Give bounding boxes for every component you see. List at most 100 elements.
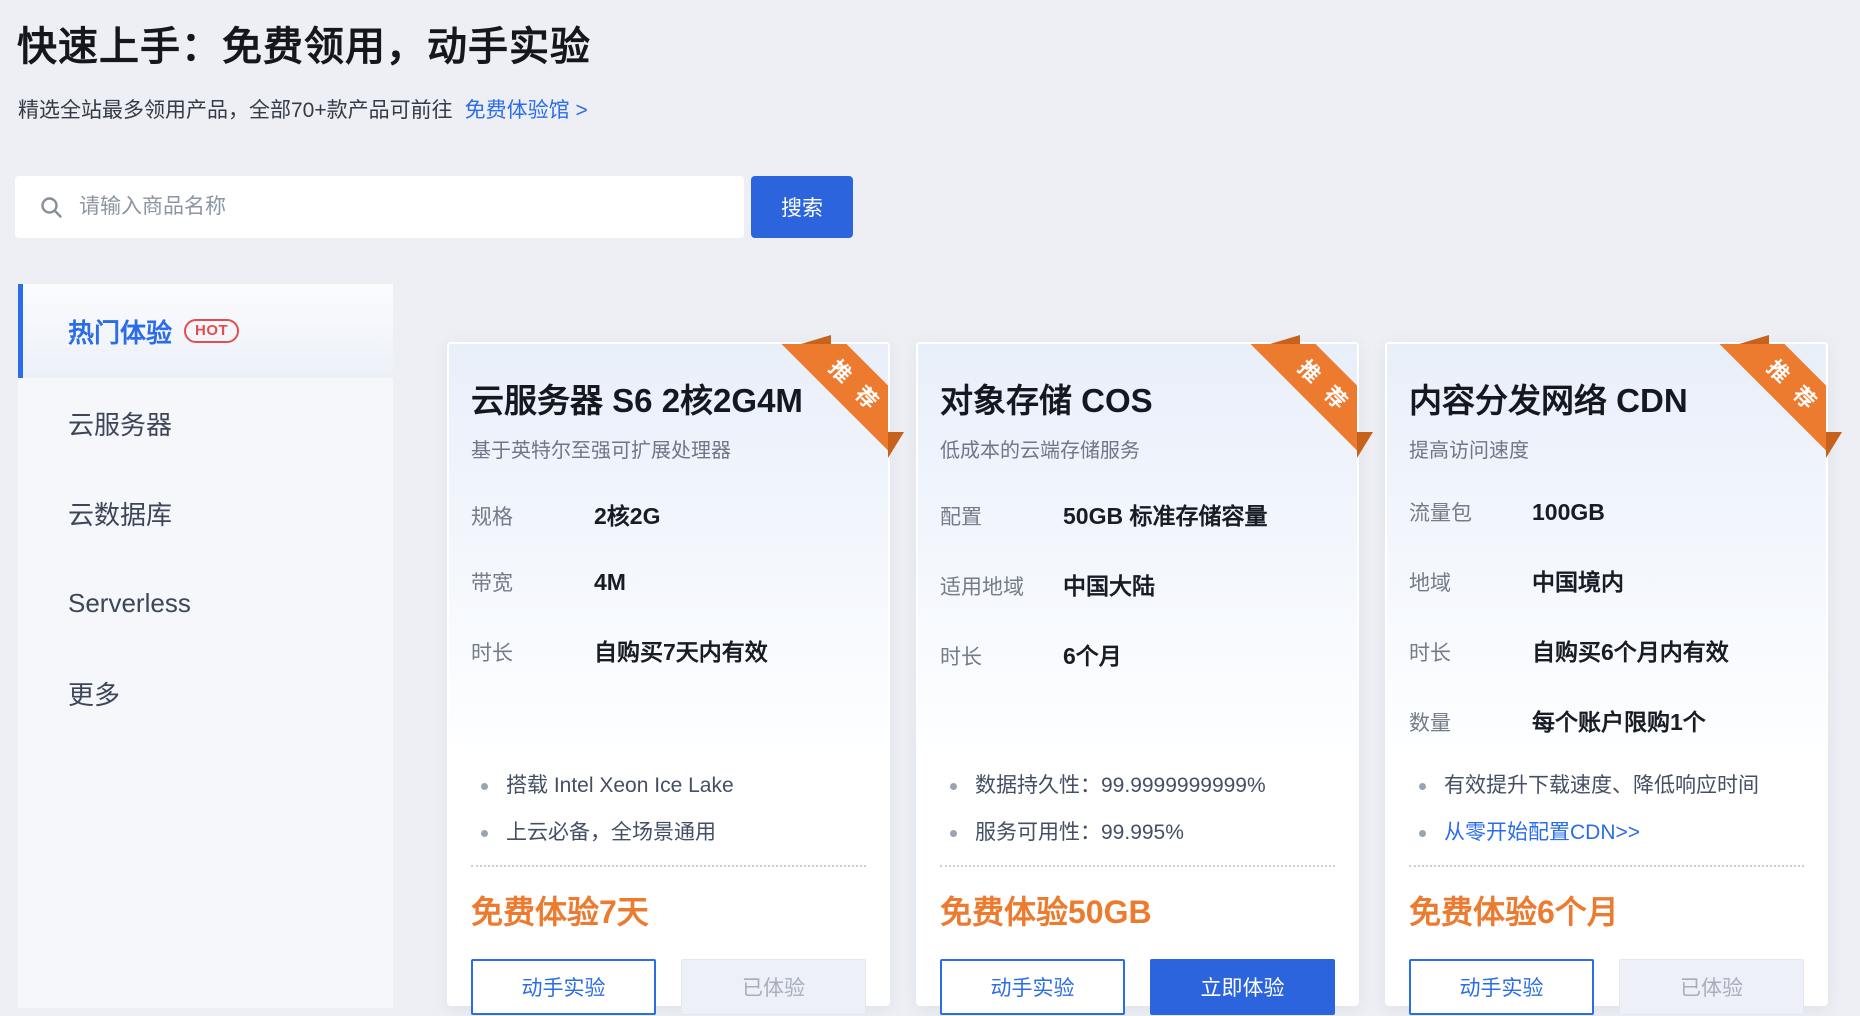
- spec-row: 时长 自购买6个月内有效: [1409, 633, 1804, 667]
- dotted-divider: [940, 865, 1335, 867]
- free-trial-hall-link[interactable]: 免费体验馆 >: [465, 99, 588, 122]
- promo-text: 免费体验7天: [471, 887, 866, 933]
- sidebar-item-hot[interactable]: 热门体验 HOT: [18, 284, 393, 378]
- spec-value: 4M: [594, 569, 626, 596]
- feature-bullet: 搭载 Intel Xeon Ice Lake: [471, 771, 866, 801]
- already-tried-button[interactable]: 已体验: [1619, 959, 1804, 1015]
- spec-value: 50GB 标准存储容量: [1063, 497, 1267, 531]
- page-title: 快速上手：免费领用，动手实验: [17, 14, 591, 72]
- spec-label: 流量包: [1409, 497, 1532, 527]
- spec-value: 每个账户限购1个: [1532, 703, 1706, 737]
- card-subtitle: 低成本的云端存储服务: [940, 434, 1335, 463]
- card-title: 对象存储 COS: [940, 374, 1335, 422]
- spec-value: 100GB: [1532, 499, 1605, 526]
- spec-row: 地域 中国境内: [1409, 563, 1804, 597]
- bullet-dot-icon: [1419, 783, 1426, 790]
- sidebar-item-cvm[interactable]: 云服务器: [18, 378, 393, 468]
- bullet-dot-icon: [481, 830, 488, 837]
- card-buttons: 动手实验 已体验: [1409, 959, 1804, 1015]
- hands-on-lab-button[interactable]: 动手实验: [1409, 959, 1594, 1015]
- promo-text: 免费体验6个月: [1409, 887, 1804, 933]
- card-detail-section: 有效提升下载速度、降低响应时间 从零开始配置CDN>> 免费体验6个月 动手实验…: [1387, 745, 1826, 1015]
- spec-label: 地域: [1409, 567, 1532, 597]
- spec-row: 数量 每个账户限购1个: [1409, 703, 1804, 737]
- dotted-divider: [1409, 865, 1804, 867]
- feature-text: 有效提升下载速度、降低响应时间: [1444, 771, 1759, 801]
- spec-label: 数量: [1409, 707, 1532, 737]
- active-indicator-bar: [18, 284, 23, 378]
- feature-bullet: 数据持久性：99.9999999999%: [940, 771, 1335, 801]
- spec-label: 适用地域: [940, 571, 1063, 601]
- cdn-config-guide-link[interactable]: 从零开始配置CDN>>: [1444, 818, 1640, 848]
- card-spec-section: 对象存储 COS 低成本的云端存储服务 配置 50GB 标准存储容量 适用地域 …: [918, 344, 1357, 745]
- bullet-dot-icon: [950, 783, 957, 790]
- card-detail-section: 搭载 Intel Xeon Ice Lake 上云必备，全场景通用 免费体验7天…: [449, 745, 888, 1015]
- bullet-dot-icon: [1419, 830, 1426, 837]
- ribbon-fold: [888, 432, 904, 458]
- spec-value: 中国大陆: [1063, 567, 1155, 601]
- bullet-dot-icon: [950, 830, 957, 837]
- dotted-divider: [471, 865, 866, 867]
- spec-row: 时长 6个月: [940, 637, 1335, 671]
- spec-row: 时长 自购买7天内有效: [471, 633, 866, 667]
- sidebar-item-label: 热门体验: [68, 313, 172, 350]
- sidebar-item-label: 云数据库: [68, 495, 172, 532]
- sidebar-item-label: 云服务器: [68, 405, 172, 442]
- sidebar-item-clouddb[interactable]: 云数据库: [18, 468, 393, 558]
- spec-rows: 规格 2核2G 带宽 4M 时长 自购买7天内有效: [471, 497, 866, 667]
- card-spec-section: 内容分发网络 CDN 提高访问速度 流量包 100GB 地域 中国境内 时长 自…: [1387, 344, 1826, 745]
- feature-bullet: 上云必备，全场景通用: [471, 818, 866, 848]
- bullet-dot-icon: [481, 783, 488, 790]
- spec-label: 规格: [471, 501, 594, 531]
- sidebar-item-more[interactable]: 更多: [18, 648, 393, 738]
- feature-bullet: 服务可用性：99.995%: [940, 818, 1335, 848]
- product-card-list: 云服务器 S6 2核2G4M 基于英特尔至强可扩展处理器 规格 2核2G 带宽 …: [447, 342, 1828, 1006]
- spec-value: 6个月: [1063, 637, 1122, 671]
- spec-row: 规格 2核2G: [471, 497, 866, 531]
- hands-on-lab-button[interactable]: 动手实验: [471, 959, 656, 1015]
- feature-bullet: 有效提升下载速度、降低响应时间: [1409, 771, 1804, 801]
- spec-label: 时长: [1409, 637, 1532, 667]
- product-card-cos: 对象存储 COS 低成本的云端存储服务 配置 50GB 标准存储容量 适用地域 …: [916, 342, 1359, 1006]
- feature-text: 搭载 Intel Xeon Ice Lake: [506, 771, 734, 801]
- sidebar-item-label: 更多: [68, 675, 120, 712]
- card-subtitle: 基于英特尔至强可扩展处理器: [471, 434, 866, 463]
- already-tried-button[interactable]: 已体验: [681, 959, 866, 1015]
- sidebar-item-serverless[interactable]: Serverless: [18, 558, 393, 648]
- ribbon-fold: [1826, 432, 1842, 458]
- spec-value: 中国境内: [1532, 563, 1624, 597]
- card-detail-section: 数据持久性：99.9999999999% 服务可用性：99.995% 免费体验5…: [918, 745, 1357, 1015]
- search-input[interactable]: [63, 176, 744, 238]
- spec-rows: 配置 50GB 标准存储容量 适用地域 中国大陆 时长 6个月: [940, 497, 1335, 671]
- spec-value: 自购买6个月内有效: [1532, 633, 1729, 667]
- sidebar-item-label: Serverless: [68, 588, 191, 619]
- search-icon: [39, 195, 63, 219]
- hands-on-lab-button[interactable]: 动手实验: [940, 959, 1125, 1015]
- spec-row: 适用地域 中国大陆: [940, 567, 1335, 601]
- spec-rows: 流量包 100GB 地域 中国境内 时长 自购买6个月内有效 数量 每个账户限购…: [1409, 497, 1804, 737]
- card-spec-section: 云服务器 S6 2核2G4M 基于英特尔至强可扩展处理器 规格 2核2G 带宽 …: [449, 344, 888, 745]
- ribbon-fold: [1357, 432, 1373, 458]
- feature-text: 上云必备，全场景通用: [506, 818, 716, 848]
- spec-label: 时长: [940, 641, 1063, 671]
- feature-bullet: 从零开始配置CDN>>: [1409, 818, 1804, 848]
- hot-badge: HOT: [184, 319, 239, 343]
- spec-row: 流量包 100GB: [1409, 497, 1804, 527]
- ribbon-fold: [1270, 335, 1300, 344]
- feature-text: 服务可用性：99.995%: [975, 818, 1184, 848]
- search-box: [15, 176, 744, 238]
- card-buttons: 动手实验 立即体验: [940, 959, 1335, 1015]
- search-button[interactable]: 搜索: [751, 176, 853, 238]
- feature-text: 数据持久性：99.9999999999%: [975, 771, 1266, 801]
- card-title: 云服务器 S6 2核2G4M: [471, 374, 866, 422]
- ribbon-fold: [1739, 335, 1769, 344]
- card-buttons: 动手实验 已体验: [471, 959, 866, 1015]
- page-subtitle: 精选全站最多领用产品，全部70+款产品可前往免费体验馆 >: [18, 94, 588, 124]
- ribbon-fold: [801, 335, 831, 344]
- page-subtitle-text: 精选全站最多领用产品，全部70+款产品可前往: [18, 99, 453, 122]
- product-card-cdn: 内容分发网络 CDN 提高访问速度 流量包 100GB 地域 中国境内 时长 自…: [1385, 342, 1828, 1006]
- spec-value: 2核2G: [594, 497, 660, 531]
- try-now-button[interactable]: 立即体验: [1150, 959, 1335, 1015]
- spec-label: 配置: [940, 501, 1063, 531]
- spec-value: 自购买7天内有效: [594, 633, 768, 667]
